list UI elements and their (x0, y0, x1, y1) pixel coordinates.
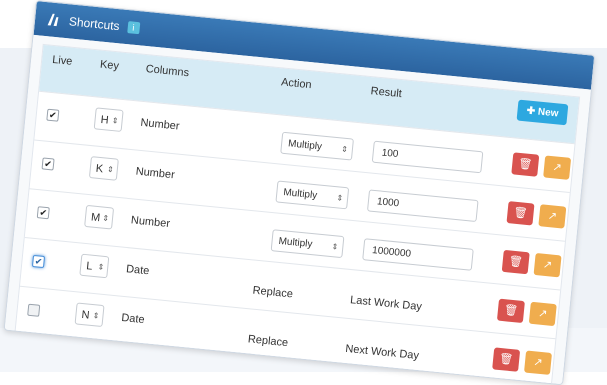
trash-icon: 🗑 (508, 255, 524, 269)
live-checkbox[interactable]: ✔ (41, 157, 55, 171)
updown-arrow-icon: ⇕ (111, 116, 120, 126)
action-text: Replace (247, 333, 289, 350)
updown-arrow-icon: ⇕ (340, 144, 349, 155)
live-checkbox[interactable]: ✔ (46, 108, 60, 122)
key-value: M (90, 211, 101, 225)
result-text: Last Work Day (349, 294, 423, 314)
key-select[interactable]: L ⇕ (79, 253, 110, 279)
info-icon[interactable]: i (126, 21, 141, 35)
new-button-label: New (537, 106, 559, 120)
updown-arrow-icon: ⇕ (335, 193, 344, 203)
key-value: K (95, 162, 104, 176)
column-name: Number (139, 116, 181, 133)
key-select[interactable]: N ⇕ (74, 302, 105, 328)
edit-icon: ↗ (542, 258, 553, 272)
key-value: L (85, 260, 93, 273)
panel-title: Shortcuts (68, 14, 121, 34)
result-input[interactable]: 1000 (366, 189, 479, 223)
edit-icon: ↗ (537, 307, 548, 321)
result-input[interactable]: 1000000 (362, 238, 474, 271)
live-checkbox[interactable]: ✔ (31, 254, 46, 269)
updown-arrow-icon: ⇕ (101, 213, 110, 224)
shortcuts-panel: Shortcuts i Live Key Columns Action Resu… (3, 0, 596, 385)
action-text: Replace (252, 284, 294, 301)
updown-arrow-icon: ⇕ (106, 164, 115, 175)
trash-icon: 🗑 (512, 206, 529, 220)
action-select[interactable]: Multiply ⇕ (275, 180, 350, 210)
trash-icon: 🗑 (498, 352, 514, 367)
edit-button[interactable]: ↗ (543, 155, 572, 180)
key-select[interactable]: M ⇕ (84, 204, 115, 230)
action-value: Multiply (287, 138, 323, 153)
trash-icon: 🗑 (517, 157, 533, 172)
column-header-key: Key (99, 58, 120, 73)
delete-button[interactable]: 🗑 (492, 347, 521, 372)
key-value: N (80, 308, 90, 322)
edit-button[interactable]: ↗ (528, 301, 557, 327)
column-name: Date (125, 263, 150, 278)
new-button[interactable]: ✚ New (516, 99, 569, 126)
edit-icon: ↗ (532, 356, 544, 370)
column-header-columns: Columns (145, 63, 190, 80)
action-select[interactable]: Multiply ⇕ (280, 131, 354, 161)
delete-button[interactable]: 🗑 (496, 298, 525, 324)
updown-arrow-icon: ⇕ (92, 311, 100, 321)
key-value: H (100, 113, 110, 127)
delete-button[interactable]: 🗑 (501, 249, 530, 275)
updown-arrow-icon: ⇕ (97, 262, 105, 272)
edit-button[interactable]: ↗ (533, 252, 562, 278)
edit-icon: ↗ (547, 209, 558, 223)
edit-icon: ↗ (551, 161, 563, 175)
logo-icon (46, 12, 61, 27)
key-select[interactable]: H ⇕ (93, 107, 124, 132)
key-select[interactable]: K ⇕ (88, 156, 119, 181)
panel-body: Live Key Columns Action Result ✚ New ✔ H ⇕… (3, 34, 591, 385)
column-name: Date (120, 311, 146, 327)
column-name: Number (130, 214, 171, 231)
delete-button[interactable]: 🗑 (511, 152, 540, 177)
column-header-action: Action (280, 76, 313, 92)
column-header-result: Result (370, 85, 403, 101)
shortcuts-table: Live Key Columns Action Result ✚ New ✔ H ⇕… (14, 43, 581, 385)
result-text: Next Work Day (344, 342, 420, 363)
trash-icon: 🗑 (503, 304, 519, 318)
delete-button[interactable]: 🗑 (506, 201, 535, 226)
column-name: Number (135, 165, 176, 182)
edit-button[interactable]: ↗ (538, 204, 567, 229)
action-select[interactable]: Multiply ⇕ (270, 229, 345, 259)
edit-button[interactable]: ↗ (523, 350, 553, 375)
result-input[interactable]: 100 (371, 140, 484, 174)
action-value: Multiply (278, 235, 313, 251)
live-checkbox[interactable]: ✔ (27, 303, 41, 317)
action-value: Multiply (282, 187, 318, 202)
column-header-live: Live (51, 53, 73, 68)
live-checkbox[interactable]: ✔ (36, 206, 50, 220)
updown-arrow-icon: ⇕ (331, 242, 339, 252)
